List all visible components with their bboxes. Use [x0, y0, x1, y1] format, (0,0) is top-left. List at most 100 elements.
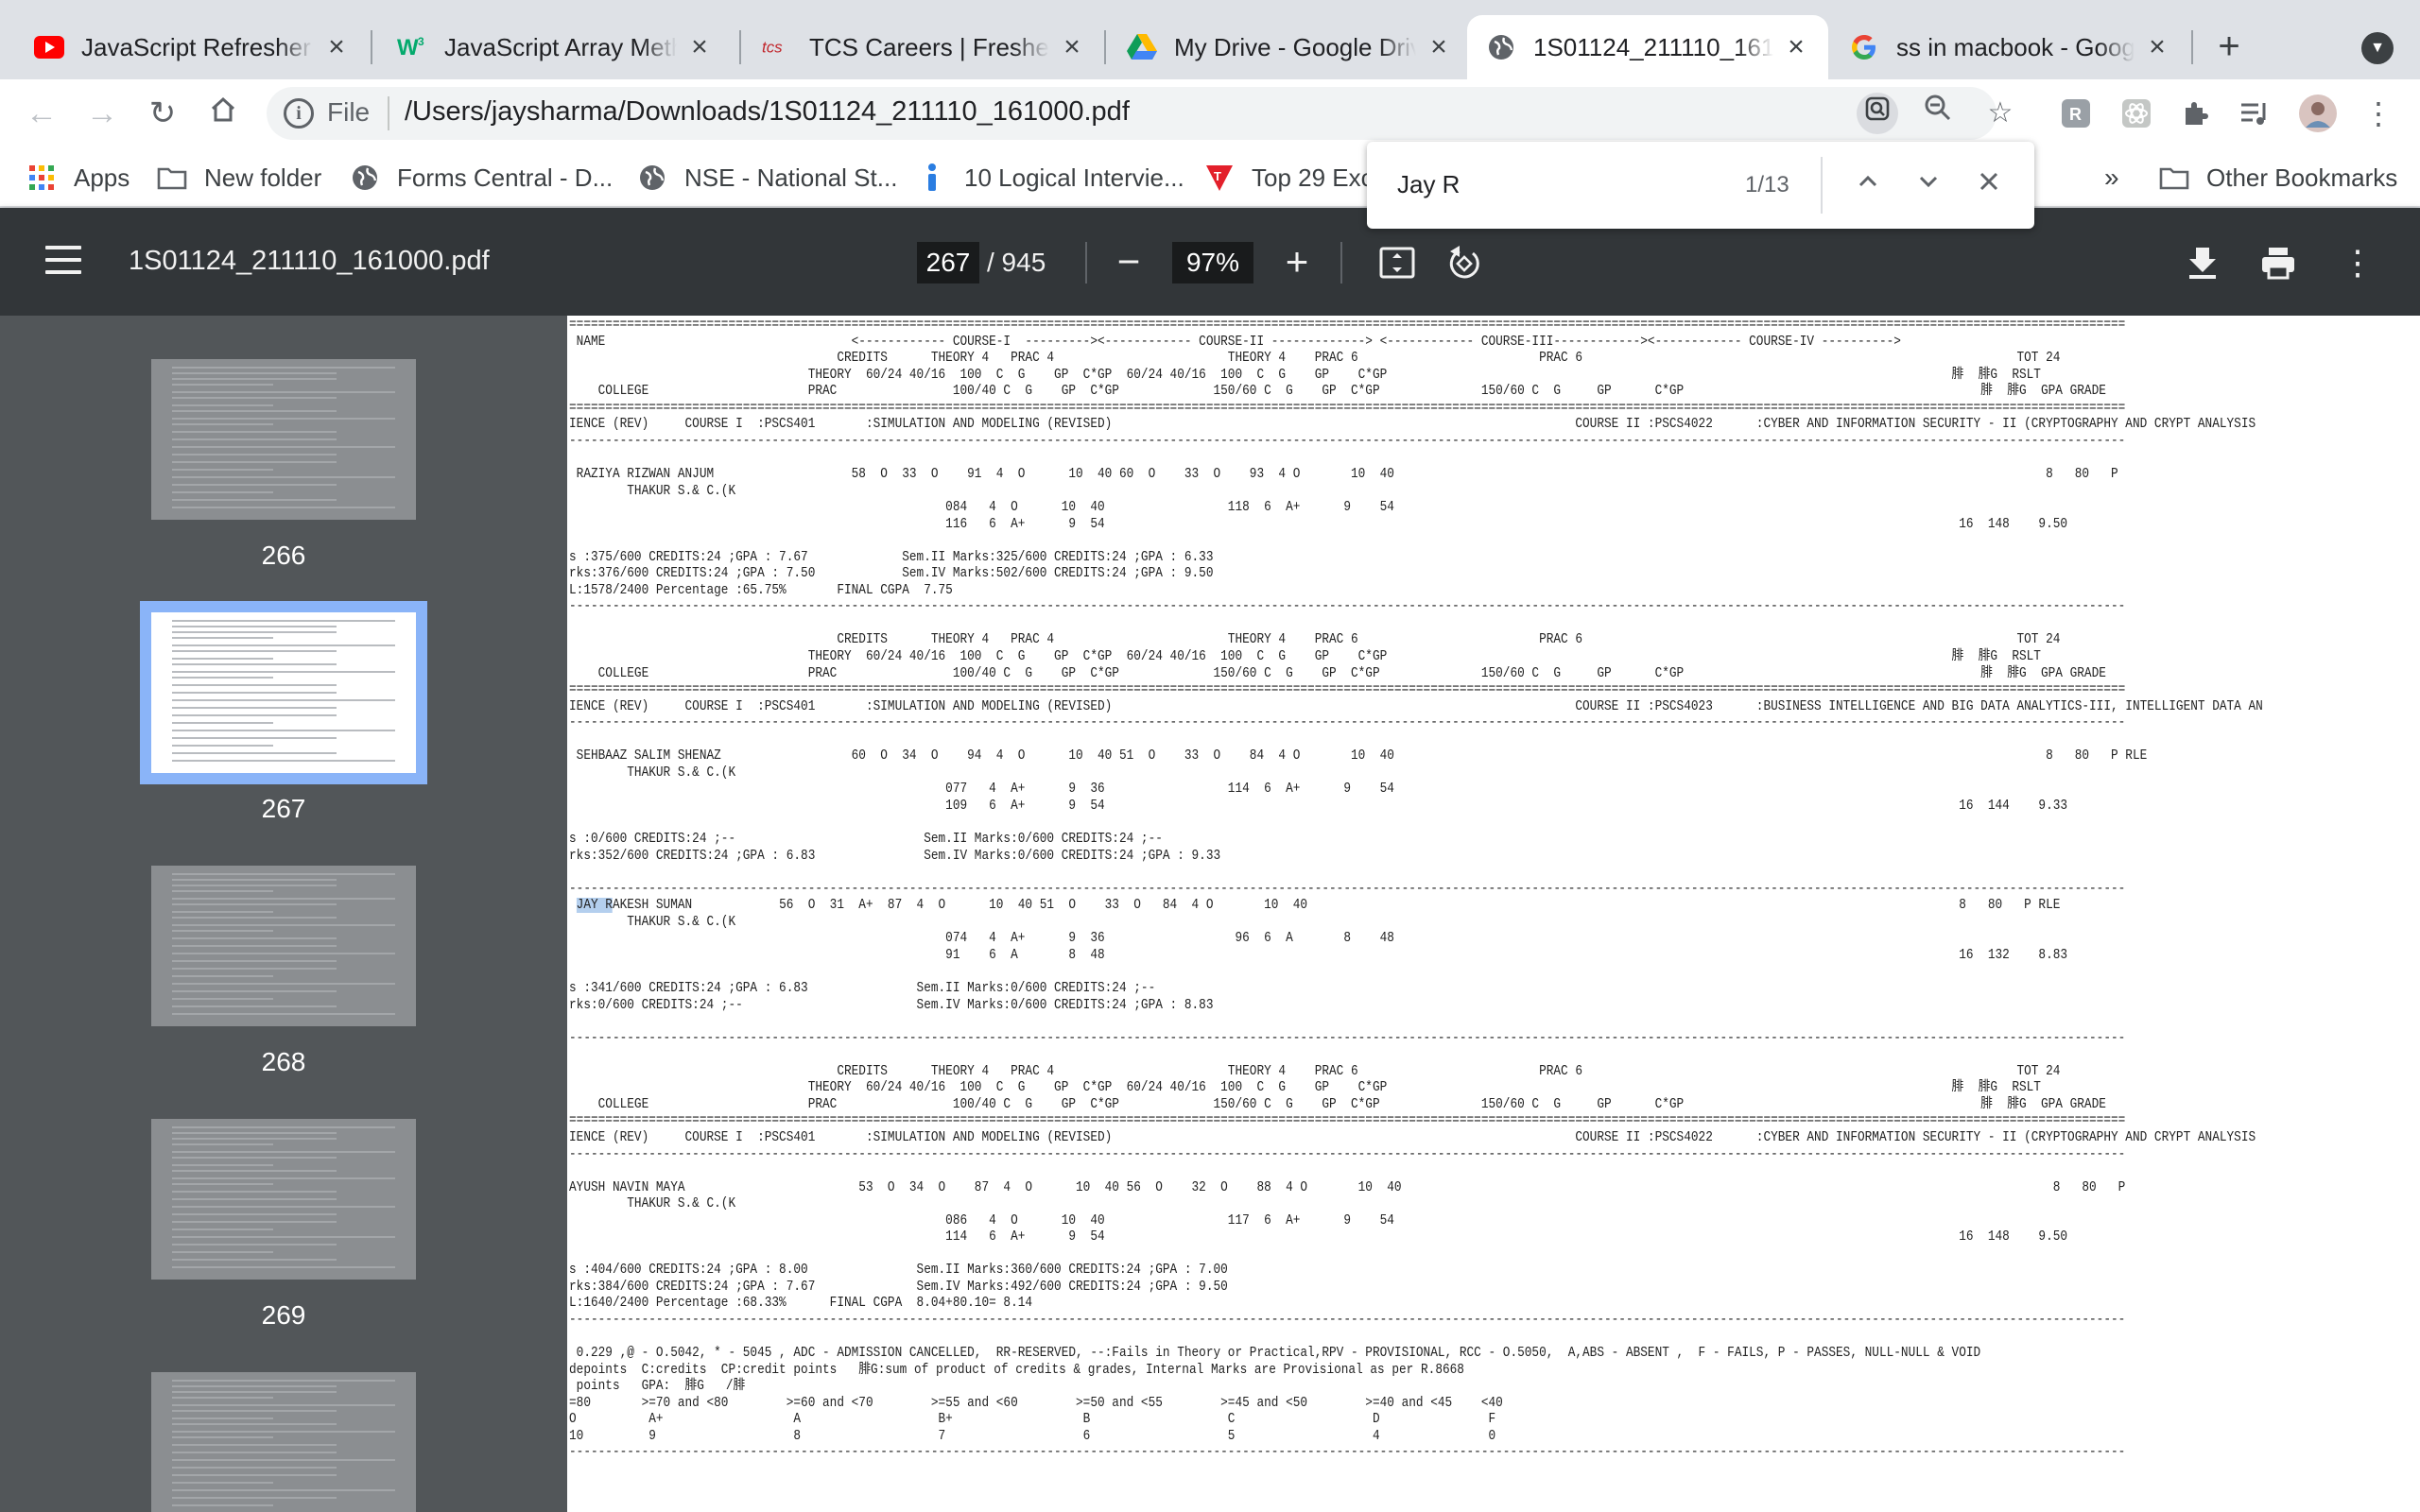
page-thumbnail-270[interactable]: [151, 1372, 416, 1512]
tab-tcs-careers[interactable]: tcs TCS Careers | Freshers ×: [743, 15, 1104, 79]
zoom-in-button[interactable]: +: [1276, 240, 1318, 285]
triangle-logo-icon: T: [1204, 163, 1235, 193]
reload-icon[interactable]: ↻: [142, 93, 183, 134]
home-icon[interactable]: [202, 93, 244, 134]
forward-arrow-icon[interactable]: →: [81, 93, 123, 134]
extensions-puzzle-icon[interactable]: [2176, 94, 2214, 132]
page-thumbnail-266[interactable]: [151, 359, 416, 520]
find-close-icon[interactable]: [1970, 166, 2008, 204]
page-thumbnail-269[interactable]: [151, 1119, 416, 1280]
pdf-text-line: 074 4 A+ 9 36 96 6 A 8 48: [569, 931, 1394, 947]
thumbnail-text-line: [172, 885, 337, 886]
new-tab-button[interactable]: +: [2210, 27, 2248, 66]
bookmark-new-folder[interactable]: New folder: [157, 161, 321, 195]
svg-text:tcs: tcs: [762, 39, 783, 57]
browser-menu-icon[interactable]: ⋮: [2360, 94, 2397, 132]
pdf-text-line: ========================================…: [569, 682, 2126, 698]
bookmark-star-icon[interactable]: ☆: [1979, 93, 2021, 134]
more-options-icon[interactable]: ⋮: [2335, 240, 2380, 285]
pdf-text-line: COLLEGE PRAC 100/40 C G GP C*GP 150/60 C…: [569, 665, 2106, 681]
pdf-text-line: IENCE (REV) COURSE I :PSCS401 :SIMULATIO…: [569, 1129, 2256, 1145]
thumbnail-text-line: [172, 397, 337, 399]
rotate-icon[interactable]: [1443, 240, 1488, 285]
close-icon[interactable]: ×: [1059, 33, 1085, 61]
tab-my-drive[interactable]: My Drive - Google Drive ×: [1108, 15, 1471, 79]
zoom-level-input[interactable]: 97%: [1172, 242, 1253, 284]
pdf-text-line: rks:352/600 CREDITS:24 ;GPA : 6.83 Sem.I…: [569, 848, 1221, 864]
thumbnail-text-line: [172, 1459, 395, 1461]
page-thumbnail-267[interactable]: [151, 612, 416, 773]
thumbnail-text-line: [172, 898, 395, 900]
page-thumbnail-268[interactable]: [151, 866, 416, 1026]
bookmark-label: Forms Central - D...: [397, 163, 614, 192]
zoom-out-icon[interactable]: [1917, 93, 1959, 134]
zoom-out-button[interactable]: −: [1108, 240, 1150, 285]
download-icon[interactable]: [2180, 240, 2225, 285]
pdf-viewport[interactable]: ========================================…: [567, 316, 2420, 1512]
extension-react-icon[interactable]: [2118, 94, 2155, 132]
pdf-text-line: 91 6 A 8 48 16 132 8.83: [569, 947, 2068, 963]
pdf-text-line: THAKUR S.& C.(K: [569, 914, 736, 930]
extension-r-icon[interactable]: R: [2057, 94, 2095, 132]
find-next-chevron-down-icon[interactable]: [1910, 166, 1947, 204]
bookmark-top-29[interactable]: T Top 29 Exc: [1204, 161, 1374, 195]
print-icon[interactable]: [2256, 240, 2301, 285]
fit-to-page-icon[interactable]: [1374, 240, 1420, 285]
back-arrow-icon[interactable]: ←: [21, 93, 62, 134]
tab-javascript-refresher[interactable]: JavaScript Refresher | ×: [15, 15, 369, 79]
url-text[interactable]: /Users/jaysharma/Downloads/1S01124_21111…: [405, 96, 1130, 128]
pdf-text-line: s :341/600 CREDITS:24 ;GPA : 6.83 Sem.II…: [569, 981, 1156, 996]
thumbnail-text-line: [172, 960, 337, 962]
thumbnail-text-line: [172, 699, 395, 701]
media-controls-icon[interactable]: [2237, 94, 2274, 132]
pdf-text-line: ----------------------------------------…: [569, 599, 2126, 615]
info-pin-icon: [917, 163, 947, 193]
pdf-text-line: 086 4 O 10 40 117 6 A+ 9 54: [569, 1212, 1394, 1228]
bookmark-label: NSE - National St...: [684, 163, 898, 192]
find-input[interactable]: Jay R: [1397, 170, 1460, 199]
thumbnail-text-line: [172, 1391, 337, 1393]
lens-search-icon[interactable]: [1857, 93, 1898, 134]
thumbnail-text-line: [172, 760, 395, 762]
profile-avatar[interactable]: [2297, 93, 2339, 134]
thumbnail-text-line: [172, 1170, 337, 1172]
thumbnail-text-line: [172, 1452, 337, 1453]
tab-google-search[interactable]: ss in macbook - Googl ×: [1830, 15, 2189, 79]
thumbnail-label: 269: [261, 1300, 306, 1330]
thumbnail-text-line: [172, 1259, 337, 1261]
tab-title: My Drive - Google Drive: [1174, 32, 1416, 61]
close-icon[interactable]: ×: [686, 33, 713, 61]
thumbnail-text-line: [172, 684, 337, 686]
sidebar-menu-icon[interactable]: [45, 246, 81, 278]
w3schools-icon: W3: [397, 32, 427, 62]
close-icon[interactable]: ×: [2144, 33, 2170, 61]
bookmarks-overflow-chevron[interactable]: »: [2104, 161, 2119, 195]
bookmark-nse[interactable]: NSE - National St...: [637, 161, 897, 195]
tab-search-chevron-icon[interactable]: ▼: [2361, 32, 2394, 64]
thumbnail-text-line: [172, 619, 395, 622]
tab-javascript-array-methods[interactable]: W3 JavaScript Array Metho ×: [378, 15, 732, 79]
bookmark-logical-interview[interactable]: 10 Logical Intervie...: [917, 161, 1184, 195]
find-match-highlight: JAY R: [576, 898, 613, 914]
pdf-text-line: CREDITS THEORY 4 PRAC 4 THEORY 4 PRAC 6 …: [569, 1063, 2061, 1079]
page-number-input[interactable]: 267: [917, 242, 979, 284]
thumbnail-text-line: [172, 1251, 273, 1253]
thumbnail-text-line: [172, 438, 337, 440]
other-bookmarks[interactable]: Other Bookmarks: [2159, 161, 2397, 195]
tab-title: TCS Careers | Freshers: [809, 32, 1049, 61]
find-previous-chevron-up-icon[interactable]: [1849, 166, 1887, 204]
info-icon[interactable]: i: [284, 98, 314, 129]
thumbnail-text-line: [172, 968, 337, 970]
close-icon[interactable]: ×: [323, 33, 350, 61]
pdf-text-line: s :404/600 CREDITS:24 ;GPA : 8.00 Sem.II…: [569, 1263, 1228, 1279]
close-icon[interactable]: ×: [1426, 33, 1452, 61]
bookmark-forms-central[interactable]: Forms Central - D...: [350, 161, 613, 195]
close-icon[interactable]: ×: [1783, 33, 1809, 61]
thumbnail-text-line: [172, 707, 337, 709]
bookmark-label: Other Bookmarks: [2206, 163, 2398, 192]
thumbnail-text-line: [172, 1191, 337, 1193]
svg-text:W: W: [397, 35, 419, 60]
thumbnail-text-line: [172, 1177, 395, 1179]
tab-pdf-active[interactable]: 1S01124_211110_16100 ×: [1467, 15, 1828, 79]
bookmark-apps[interactable]: Apps: [26, 161, 130, 195]
